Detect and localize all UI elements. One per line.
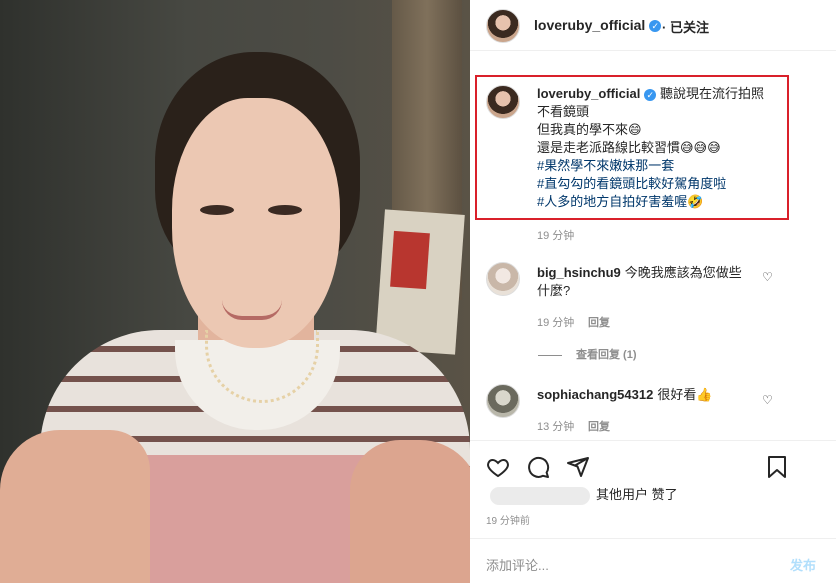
caption-avatar[interactable] xyxy=(486,85,520,119)
add-comment-bar: 添加评论... 发布 xyxy=(470,538,836,584)
comment-2-username[interactable]: sophiachang54312 xyxy=(537,387,653,402)
caption-line-3: 但我真的學不來😄 xyxy=(537,122,642,137)
comment-1-username[interactable]: big_hsinchu9 xyxy=(537,265,621,280)
comment-icon[interactable] xyxy=(526,455,550,485)
view-replies-label[interactable]: 查看回复 (1) xyxy=(576,349,637,361)
hashtag-2[interactable]: #直勾勾的看鏡頭比較好駕角度啦 xyxy=(537,175,777,193)
caption-time[interactable]: 19 分钟 xyxy=(537,227,574,243)
verified-badge-icon: ✓ xyxy=(649,20,662,33)
author-username-text[interactable]: loveruby_official xyxy=(534,17,645,33)
hashtag-3[interactable]: #人多的地方自拍好害羞喔🤣 xyxy=(537,193,777,211)
post-photo[interactable] xyxy=(0,0,470,583)
photo-eye-right xyxy=(268,205,302,215)
add-comment-input[interactable]: 添加评论... xyxy=(486,555,549,574)
photo-wall-sign-red xyxy=(390,230,430,290)
post-timestamp[interactable]: 19 分钟前 xyxy=(486,512,530,527)
likes-summary[interactable]: 其他用户 赞了 xyxy=(490,484,678,505)
caption-username[interactable]: loveruby_official xyxy=(537,86,640,101)
comment-2-text: 很好看👍 xyxy=(657,387,713,402)
photo-arm-right xyxy=(350,440,470,583)
view-replies-button[interactable]: 查看回复 (1) xyxy=(538,346,637,362)
likes-text[interactable]: 其他用户 赞了 xyxy=(596,487,678,502)
likes-blurred-avatars xyxy=(490,486,590,505)
view-replies-dash xyxy=(538,354,562,356)
comment-2-time[interactable]: 13 分钟 xyxy=(537,418,574,434)
comment-1-like-heart-icon[interactable]: ♡ xyxy=(762,270,773,284)
post-header: loveruby_official ✓ · 已关注 xyxy=(470,0,836,51)
photo-eye-left xyxy=(200,205,234,215)
author-avatar[interactable] xyxy=(486,9,520,43)
post-side-panel: loveruby_official ✓ · 已关注 loveruby_offici… xyxy=(470,0,836,583)
author-username[interactable]: loveruby_official ✓ xyxy=(534,17,662,33)
hashtag-1[interactable]: #果然學不來嫩妹那一套 xyxy=(537,157,777,175)
caption-line-2: 不看鏡頭 xyxy=(537,104,590,119)
caption-verified-icon: ✓ xyxy=(644,88,657,101)
caption-text: loveruby_official ✓ 聽說現在流行拍照 不看鏡頭 但我真的學不來… xyxy=(537,85,777,211)
comment-avatar-2[interactable] xyxy=(486,384,520,418)
comment-avatar-1[interactable] xyxy=(486,262,520,296)
photo-arm-left xyxy=(0,430,150,583)
comment-1-reply-button[interactable]: 回复 xyxy=(588,314,610,330)
heart-icon[interactable] xyxy=(486,455,510,485)
comment-2: sophiachang54312 很好看👍 xyxy=(537,386,747,404)
comment-2-like-heart-icon[interactable]: ♡ xyxy=(762,393,773,407)
caption-line-4: 還是走老派路線比較習慣😅😅😅 xyxy=(537,140,721,155)
comment-2-reply-button[interactable]: 回复 xyxy=(588,418,610,434)
share-icon[interactable] xyxy=(566,455,590,485)
caption-line-1: 聽說現在流行拍照 xyxy=(659,86,764,101)
comment-1: big_hsinchu9 今晚我應該為您做些什麼? xyxy=(537,264,747,300)
post-comment-button[interactable]: 发布 xyxy=(790,555,816,574)
bookmark-icon[interactable] xyxy=(766,455,788,485)
follow-status[interactable]: · 已关注 xyxy=(662,17,709,36)
comment-1-time[interactable]: 19 分钟 xyxy=(537,314,574,330)
